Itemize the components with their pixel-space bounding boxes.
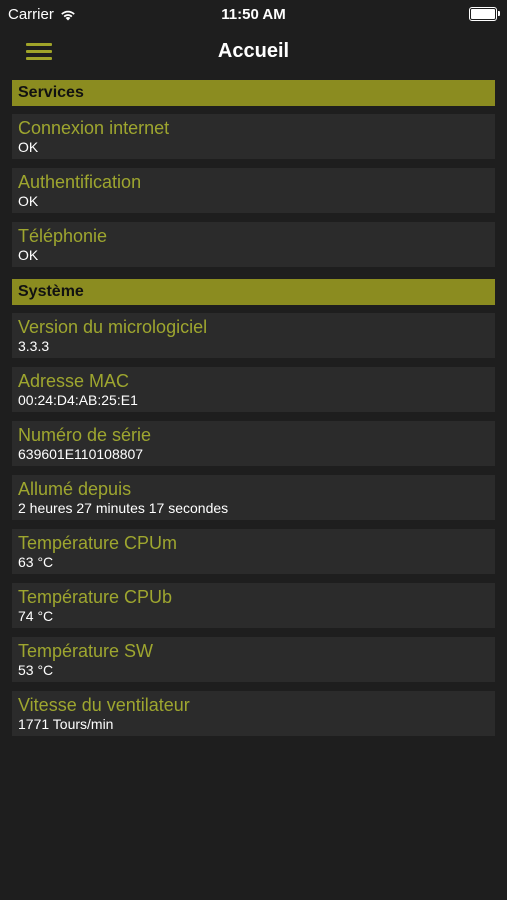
main-content: Services Connexion internet OK Authentif…: [12, 80, 495, 745]
item-label: Version du micrologiciel: [18, 317, 208, 337]
list-item-temp-cpub[interactable]: Température CPUb 74 °C: [12, 583, 495, 628]
item-label: Adresse MAC: [18, 371, 130, 391]
item-label: Température CPUb: [18, 587, 173, 607]
section-header-services: Services: [12, 80, 495, 106]
list-item-mac-address[interactable]: Adresse MAC 00:24:D4:AB:25:E1: [12, 367, 495, 412]
list-item-temp-sw[interactable]: Température SW 53 °C: [12, 637, 495, 682]
item-value: 3.3.3: [18, 338, 50, 354]
item-label: Vitesse du ventilateur: [18, 695, 190, 715]
item-label: Connexion internet: [18, 118, 170, 138]
section-header-systeme: Système: [12, 279, 495, 305]
list-item-serial-number[interactable]: Numéro de série 639601E110108807: [12, 421, 495, 466]
list-item-uptime[interactable]: Allumé depuis 2 heures 27 minutes 17 sec…: [12, 475, 495, 520]
item-label: Allumé depuis: [18, 479, 132, 499]
item-value: 74 °C: [18, 608, 54, 624]
item-label: Téléphonie: [18, 226, 108, 246]
item-label: Numéro de série: [18, 425, 152, 445]
list-item-fan-speed[interactable]: Vitesse du ventilateur 1771 Tours/min: [12, 691, 495, 736]
item-value: OK: [18, 193, 39, 209]
item-value: 639601E110108807: [18, 446, 144, 462]
item-value: OK: [18, 139, 39, 155]
status-time: 11:50 AM: [221, 6, 286, 23]
item-label: Authentification: [18, 172, 142, 192]
page-title: Accueil: [217, 40, 290, 62]
item-label: Température SW: [18, 641, 154, 661]
item-value: 2 heures 27 minutes 17 secondes: [18, 500, 229, 516]
item-value: OK: [18, 247, 39, 263]
item-value: 00:24:D4:AB:25:E1: [18, 392, 138, 408]
status-bar: Carrier 11:50 AM: [0, 0, 507, 28]
battery-icon: [469, 7, 500, 21]
item-value: 53 °C: [18, 662, 54, 678]
nav-bar: Accueil: [0, 28, 507, 76]
item-value: 1771 Tours/min: [18, 716, 114, 732]
item-label: Température CPUm: [18, 533, 178, 553]
item-value: 63 °C: [18, 554, 54, 570]
list-item-authentification[interactable]: Authentification OK: [12, 168, 495, 213]
list-item-telephonie[interactable]: Téléphonie OK: [12, 222, 495, 267]
list-item-firmware-version[interactable]: Version du micrologiciel 3.3.3: [12, 313, 495, 358]
list-item-temp-cpum[interactable]: Température CPUm 63 °C: [12, 529, 495, 574]
list-item-connexion-internet[interactable]: Connexion internet OK: [12, 114, 495, 159]
